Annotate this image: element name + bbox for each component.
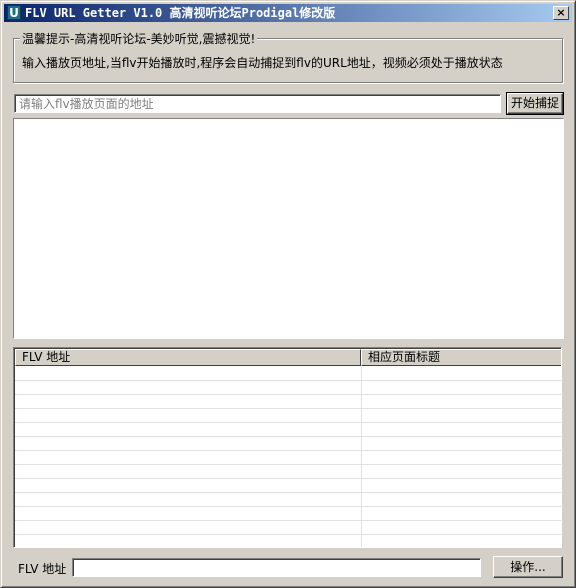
list-header: FLV 地址 相应页面标题 xyxy=(15,349,561,366)
table-row[interactable] xyxy=(15,493,561,507)
flv-url-field[interactable] xyxy=(72,558,481,577)
window-title: FLV URL Getter V1.0 高清视听论坛Prodigal修改版 xyxy=(25,6,336,20)
action-button[interactable]: 操作... xyxy=(493,556,563,578)
table-row[interactable] xyxy=(15,479,561,493)
close-button[interactable]: × xyxy=(553,6,569,20)
table-row[interactable] xyxy=(15,409,561,423)
table-row[interactable] xyxy=(15,395,561,409)
flv-url-label: FLV 地址 xyxy=(18,562,67,576)
app-icon: U xyxy=(7,5,21,20)
column-header-flv-url[interactable]: FLV 地址 xyxy=(15,349,361,366)
tips-groupbox: 温馨提示-高清视听论坛-美妙听觉,震撼视觉! 输入播放页地址,当flv开始播放时… xyxy=(13,30,563,83)
start-capture-button[interactable]: 开始捕捉 xyxy=(506,92,564,115)
table-row[interactable] xyxy=(15,451,561,465)
list-rows xyxy=(15,367,561,547)
table-row[interactable] xyxy=(15,437,561,451)
table-row[interactable] xyxy=(15,535,561,547)
title-bar[interactable]: U FLV URL Getter V1.0 高清视听论坛Prodigal修改版 … xyxy=(4,4,572,22)
table-row[interactable] xyxy=(15,381,561,395)
table-row[interactable] xyxy=(15,423,561,437)
flv-list[interactable]: FLV 地址 相应页面标题 xyxy=(13,347,562,548)
column-header-page-title[interactable]: 相应页面标题 xyxy=(361,349,561,366)
tips-text: 输入播放页地址,当flv开始播放时,程序会自动捕捉到flv的URL地址，视频必须… xyxy=(22,56,503,70)
tips-legend: 温馨提示-高清视听论坛-美妙听觉,震撼视觉! xyxy=(20,30,258,47)
browser-view[interactable] xyxy=(13,118,564,339)
table-row[interactable] xyxy=(15,465,561,479)
table-row[interactable] xyxy=(15,367,561,381)
table-row[interactable] xyxy=(15,521,561,535)
table-row[interactable] xyxy=(15,507,561,521)
url-input[interactable] xyxy=(14,94,501,113)
